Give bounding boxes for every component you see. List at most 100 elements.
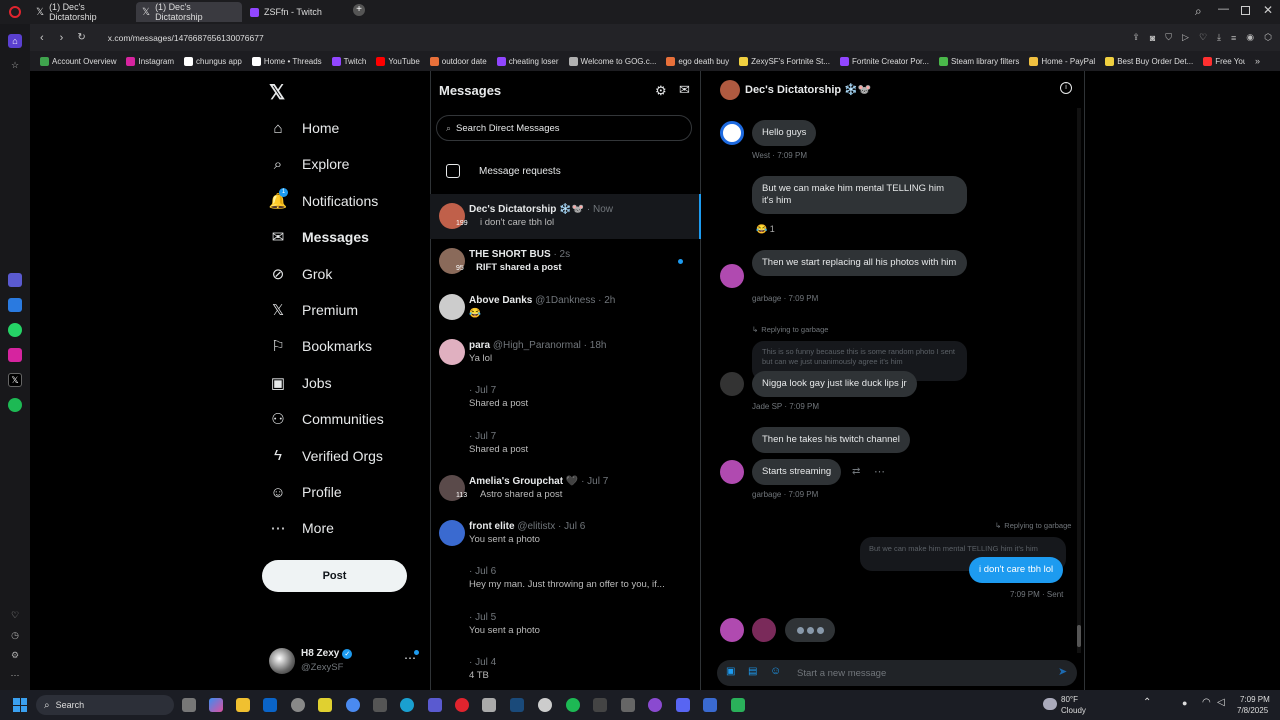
browser-tab[interactable]: ZSFfn - Twitch [244, 2, 348, 22]
chevron-up-icon[interactable]: ⌃ [1143, 697, 1151, 708]
clock-date[interactable]: 7/8/2025 [1237, 706, 1268, 715]
settings-icon[interactable]: ⚙ [8, 648, 22, 662]
menu-icon[interactable]: ≡ [1231, 33, 1236, 43]
bookmark-item[interactable]: Instagram [126, 56, 174, 66]
x-home-logo[interactable]: 𝕏 [269, 80, 285, 105]
browser-tab-active[interactable]: 𝕏 (1) Dec's Dictatorship [136, 2, 242, 22]
nav-item-premium[interactable]: 𝕏 Premium [268, 300, 358, 320]
instagram-icon[interactable] [8, 348, 22, 362]
retweet-icon[interactable]: ⇄ [852, 466, 860, 477]
conversation-item[interactable]: Dec's Dictatorship ❄️🐭 · Now i don't care… [430, 194, 701, 239]
taskbar-search[interactable]: ⌕ Search [36, 695, 174, 715]
teams-icon[interactable] [428, 698, 442, 712]
sent-message-bubble[interactable]: i don't care tbh lol [969, 557, 1064, 583]
bookmark-item[interactable]: outdoor date [429, 56, 487, 66]
download-icon[interactable]: ⤓ [1217, 32, 1221, 43]
new-message-icon[interactable]: ✉ [679, 82, 690, 98]
discord-icon[interactable] [676, 698, 690, 712]
nav-item-communities[interactable]: ⚇ Communities [268, 409, 383, 429]
bookmark-item[interactable]: cheating loser [496, 56, 559, 66]
conversation-item[interactable]: · Jul 6 Hey my man. Just throwing an offe… [430, 556, 701, 601]
nav-item-explore[interactable]: ⌕ Explore [268, 154, 350, 174]
bookmark-item[interactable]: Welcome to GOG.c... [568, 56, 656, 66]
emoji-icon[interactable]: ☺ [770, 665, 781, 677]
forward-icon[interactable]: › [60, 32, 64, 44]
more-icon[interactable]: ⋯ [8, 668, 22, 682]
wifi-icon[interactable]: ◠ [1202, 697, 1211, 708]
conversation-item[interactable]: Amelia's Groupchat 🖤 · Jul 7 Astro shared… [430, 466, 701, 511]
aria-icon[interactable] [8, 273, 22, 287]
nav-item-profile[interactable]: ☺ Profile [268, 482, 341, 502]
new-tab-icon[interactable]: + [353, 4, 365, 16]
app-icon[interactable] [593, 698, 607, 712]
app-icon[interactable] [648, 698, 662, 712]
message-bubble[interactable]: Then we start replacing all his photos w… [752, 250, 967, 276]
bookmark-item[interactable]: chungus app [184, 56, 242, 66]
heart-icon[interactable]: ♡ [8, 608, 22, 622]
reload-icon[interactable]: ↻ [77, 32, 85, 43]
camera-icon[interactable]: ◙ [1150, 33, 1155, 43]
message-bubble[interactable]: Nigga look gay just like duck lips jr [752, 371, 917, 397]
url-field[interactable]: x.com/messages/1476687656130076677 [108, 33, 264, 43]
x-logo-icon[interactable]: 𝕏 [8, 373, 22, 387]
opera-logo-icon[interactable] [9, 6, 21, 18]
windows-start-icon[interactable] [13, 698, 27, 712]
star-icon[interactable]: ☆ [8, 58, 22, 72]
bookmark-item[interactable]: YouTube [376, 56, 420, 66]
message-input[interactable]: Start a new message [797, 668, 886, 679]
message-bubble[interactable]: Then he takes his twitch channel [752, 427, 910, 453]
reaction-badge[interactable]: 😂 1 [756, 224, 775, 235]
weather-icon[interactable] [1043, 698, 1057, 710]
bookmark-item[interactable]: Home • Threads [251, 56, 322, 66]
conversation-item[interactable]: front elite @elitistx · Jul 6 You sent a … [430, 511, 701, 556]
spotify-icon[interactable] [8, 398, 22, 412]
app-icon[interactable] [373, 698, 387, 712]
conversation-item[interactable]: THE SHORT BUS · 2s RIFT shared a post 95 [430, 239, 701, 284]
app-icon[interactable] [621, 698, 635, 712]
restore-icon[interactable] [1241, 6, 1250, 15]
heart-icon[interactable]: ♡ [1199, 32, 1207, 43]
nav-item-more[interactable]: ⋯ More [268, 518, 334, 538]
account-switcher[interactable]: H8 Zexy ✓ @ZexySF ⋯ [266, 645, 421, 679]
conversation-item[interactable]: · Jul 7 Shared a post [430, 421, 701, 466]
post-button[interactable]: Post [262, 560, 407, 592]
app-icon[interactable] [703, 698, 717, 712]
volume-icon[interactable]: ◁ [1217, 697, 1225, 708]
task-view-icon[interactable] [182, 698, 196, 712]
account-icon[interactable]: ◉ [1246, 32, 1254, 43]
bookmark-item[interactable]: Fortnite Creator Por... [840, 56, 929, 66]
search-tabs-icon[interactable]: ⌕ [1195, 4, 1202, 19]
play-icon[interactable]: ▷ [1182, 32, 1189, 43]
nav-item-messages[interactable]: ✉ Messages [268, 227, 369, 247]
opera-icon[interactable] [455, 698, 469, 712]
spotify-icon[interactable] [566, 698, 580, 712]
bookmark-item[interactable]: Home - PayPal [1029, 56, 1095, 66]
share-icon[interactable]: ⇪ [1132, 32, 1140, 43]
chrome-icon[interactable] [346, 698, 360, 712]
minimize-icon[interactable]: — [1218, 3, 1229, 15]
send-icon[interactable]: ➤ [1058, 665, 1067, 678]
outlook-icon[interactable] [263, 698, 277, 712]
bookmark-item[interactable]: ego death buy [666, 56, 729, 66]
app-icon[interactable] [482, 698, 496, 712]
app-icon[interactable] [731, 698, 745, 712]
bookmark-item[interactable]: Free YouTube Video... [1203, 56, 1245, 66]
conversation-item[interactable]: · Jul 7 Shared a post [430, 375, 701, 420]
nav-item-verified-orgs[interactable]: ϟ Verified Orgs [268, 446, 383, 466]
extensions-icon[interactable]: ⬡ [1264, 32, 1272, 43]
settings-icon[interactable]: ⚙ [655, 83, 667, 99]
bookmark-item[interactable]: Account Overview [40, 56, 116, 66]
edge-icon[interactable] [400, 698, 414, 712]
bookmark-item[interactable]: ZexySF's Fortnite St... [739, 56, 830, 66]
nav-item-jobs[interactable]: ▣ Jobs [268, 373, 332, 393]
search-input[interactable]: ⌕ Search Direct Messages [436, 115, 692, 141]
conversation-item[interactable]: para @High_Paranormal · 18h Ya lol [430, 330, 701, 375]
mic-icon[interactable]: ● [1182, 698, 1187, 708]
message-bubble[interactable]: But we can make him mental TELLING him i… [752, 176, 967, 214]
app-icon[interactable] [538, 698, 552, 712]
file-explorer-icon[interactable] [236, 698, 250, 712]
conversation-item[interactable]: · Jul 4 4 TB [430, 647, 701, 692]
info-icon[interactable]: i [1060, 82, 1072, 94]
copilot-icon[interactable] [209, 698, 223, 712]
app-icon[interactable] [318, 698, 332, 712]
